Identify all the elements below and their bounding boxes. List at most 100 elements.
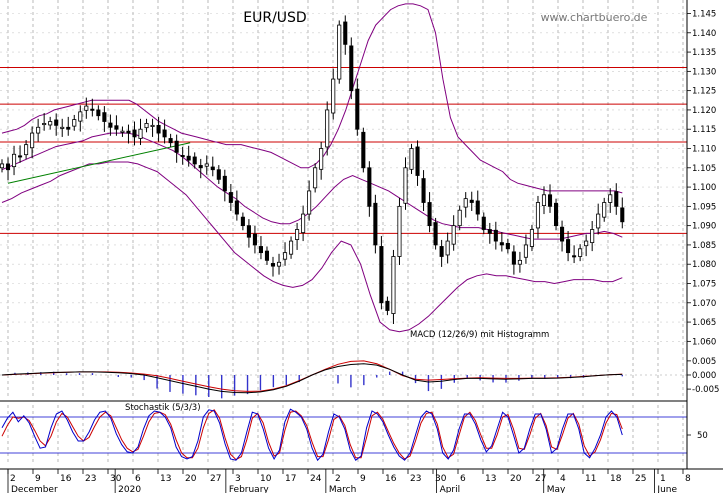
x-month-label: February: [229, 485, 270, 493]
candle-body-down: [427, 202, 432, 227]
x-day-label: 25: [635, 474, 646, 484]
candle: [409, 143, 414, 174]
x-day-label: 16: [60, 474, 72, 484]
candle-body-up: [78, 111, 83, 122]
price-tick-label: 1.075: [692, 280, 716, 290]
candle-body-up: [289, 240, 294, 255]
candle-body-down: [210, 166, 215, 171]
x-day-label: 4: [560, 474, 566, 484]
candle-body-down: [439, 246, 444, 257]
candle: [325, 101, 330, 156]
x-day-label: 17: [285, 474, 296, 484]
candle-body-up: [120, 130, 125, 133]
candle-body-down: [126, 130, 131, 134]
x-day-label: 9: [35, 474, 41, 484]
candle-body-up: [529, 229, 534, 247]
candle-body-down: [96, 109, 101, 117]
candle-body-down: [415, 146, 420, 176]
x-day-label: 23: [410, 474, 421, 484]
x-day-label: 20: [510, 474, 522, 484]
candle-body-up: [391, 256, 396, 314]
candle-body-up: [301, 213, 306, 233]
candle-body-down: [433, 222, 438, 246]
candle-body-down: [511, 251, 516, 265]
candle: [433, 217, 438, 250]
x-month-label: December: [11, 485, 58, 493]
price-tick-label: 1.095: [692, 202, 716, 212]
watermark: www.chartbuero.de: [541, 11, 648, 24]
price-tick-label: 1.115: [692, 125, 716, 135]
x-day-label: 10: [260, 474, 272, 484]
candle-body-down: [180, 155, 185, 158]
candle-body-up: [535, 202, 541, 229]
candle-body-down: [228, 192, 233, 203]
candle-body-down: [560, 226, 565, 242]
candle-body-up: [48, 121, 53, 126]
candle: [337, 20, 342, 84]
candle-body-down: [620, 207, 625, 223]
macd-tick-label: 0.000: [692, 371, 716, 381]
candle-body-up: [295, 229, 300, 240]
candle-body-up: [445, 240, 450, 256]
x-day-label: 6: [460, 474, 466, 484]
candle: [361, 127, 366, 173]
candle-body-down: [54, 119, 59, 126]
price-tick-label: 1.090: [692, 222, 716, 232]
candle-body-down: [361, 131, 366, 169]
x-day-label: 2: [335, 474, 341, 484]
candle-body-up: [517, 259, 522, 265]
x-day-label: 23: [85, 474, 96, 484]
candle-body-down: [385, 300, 390, 311]
x-day-label: 1: [660, 474, 666, 484]
candle-body-down: [66, 126, 71, 130]
candle-body-up: [602, 202, 607, 218]
candle-body-up: [150, 124, 155, 127]
candle-body-up: [72, 119, 77, 127]
candle-body-down: [379, 246, 384, 304]
price-tick-label: 1.130: [692, 67, 716, 77]
candle-body-down: [270, 263, 276, 267]
macd-tick-label: -0.005: [692, 385, 719, 395]
candle-body-down: [572, 255, 577, 258]
candle-body-down: [156, 124, 161, 134]
candle-body-down: [421, 178, 426, 203]
candle-body-down: [216, 169, 221, 180]
candle-body-down: [246, 225, 251, 238]
candle-body-up: [60, 126, 65, 129]
candle-body-down: [469, 199, 474, 203]
price-tick-label: 1.145: [692, 10, 716, 20]
price-tick-label: 1.065: [692, 318, 716, 328]
candle-body-up: [30, 132, 35, 149]
candle-body-down: [349, 45, 354, 92]
candle: [379, 236, 384, 310]
candle-body-down: [90, 108, 95, 111]
candle-body-up: [523, 244, 528, 258]
candle: [349, 37, 354, 100]
candle-body-down: [186, 155, 191, 161]
candle-body-down: [475, 200, 480, 215]
x-day-label: 27: [210, 474, 221, 484]
candle-body-down: [18, 155, 23, 158]
candle: [313, 163, 318, 193]
candle-body-up: [12, 153, 17, 168]
price-tick-label: 1.070: [692, 299, 716, 309]
candle-body-down: [547, 194, 553, 207]
candle-body-down: [240, 216, 245, 227]
candle: [397, 197, 402, 265]
candle-body-up: [276, 261, 282, 267]
candle-body-up: [36, 126, 41, 134]
candle-body-down: [102, 112, 107, 122]
x-day-label: 11: [585, 474, 596, 484]
x-day-label: 30: [110, 474, 122, 484]
macd-label: MACD (12/26/9) mit Histogramm: [410, 330, 549, 340]
candle-body-down: [499, 242, 504, 246]
candle-body-down: [234, 200, 239, 215]
candle-body-down: [252, 233, 257, 246]
candle-body-up: [451, 225, 456, 245]
candle-body-up: [463, 198, 468, 208]
candle-body-up: [457, 209, 462, 227]
candle-body-down: [132, 129, 137, 138]
candle: [554, 198, 559, 231]
x-day-label: 20: [185, 474, 197, 484]
chart-root: 2 9 16 23 30 6 13 20 27 3 10 17 24 2 9 16 23 30 6 13 20 27 4 11…: [0, 0, 723, 495]
